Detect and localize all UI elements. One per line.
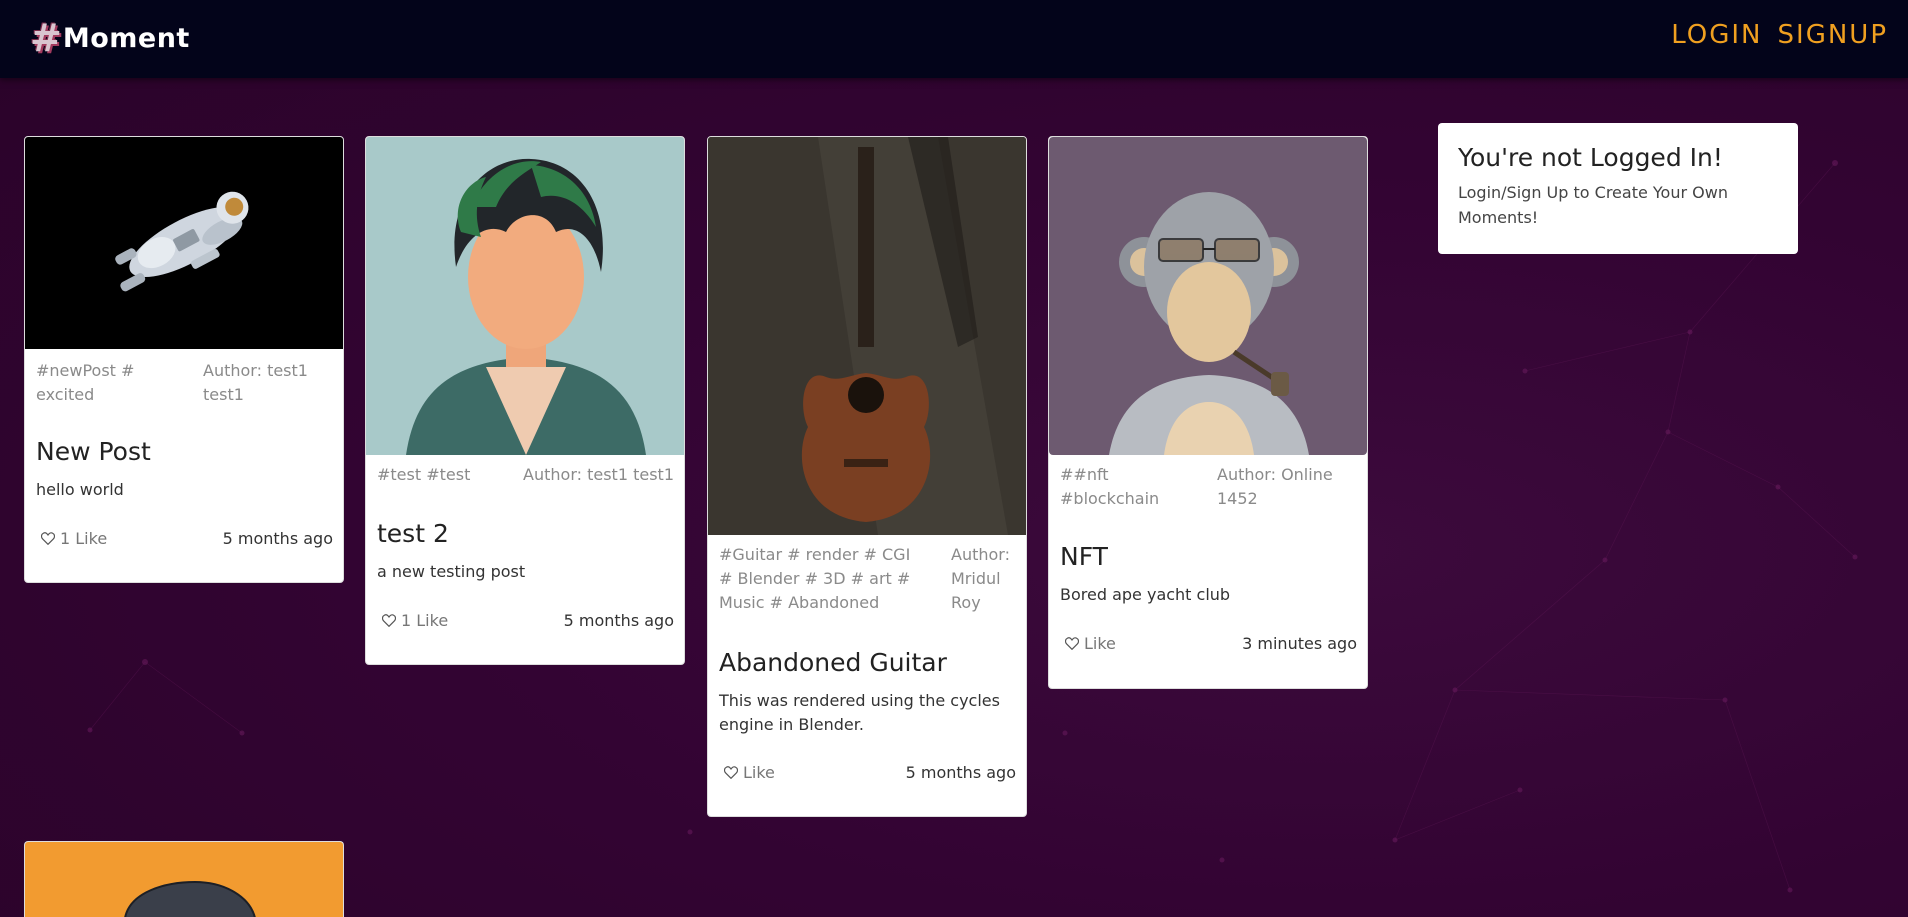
post-meta: #Guitar # render # CGI # Blender # 3D # … [719,543,1016,615]
post-card: #newPost # excited Author: test1 test1 N… [24,136,344,583]
post-author: Author: test1 test1 [203,361,308,404]
post-description: hello world [36,480,124,499]
post-footer: 1 Like 5 months ago [41,529,333,548]
post-footer: Like 5 months ago [724,763,1016,782]
post-footer: Like 3 minutes ago [1065,634,1357,653]
post-title: test 2 [377,519,449,548]
post-time: 5 months ago [222,529,333,548]
post-tags: #Guitar # render # CGI # Blender # 3D # … [719,545,911,612]
post-footer: 1 Like 5 months ago [382,611,674,630]
guitar-image [708,137,1026,535]
heart-outline-icon [41,532,55,545]
brand-logo[interactable]: # Moment [30,18,190,58]
post-image [25,842,343,917]
login-notice: You're not Logged In! Login/Sign Up to C… [1438,123,1798,254]
like-button[interactable]: Like [724,763,775,782]
post-title: Abandoned Guitar [719,648,947,677]
post-time: 5 months ago [905,763,1016,782]
post-card: #test #test Author: test1 test1 test 2 a… [365,136,685,665]
post-author: Author: Mridul Roy [951,545,1010,612]
hat-image [124,880,256,917]
post-card: #Guitar # render # CGI # Blender # 3D # … [707,136,1027,817]
post-description: a new testing post [377,562,526,581]
post-meta: #newPost # excited Author: test1 test1 [36,359,333,407]
like-button[interactable]: 1 Like [382,611,448,630]
post-image [366,137,684,455]
post-tags: #test #test [377,465,471,484]
astronaut-image [115,191,249,292]
login-link[interactable]: LOGIN [1671,20,1762,50]
post-time: 5 months ago [563,611,674,630]
post-image [25,137,343,349]
post-time: 3 minutes ago [1242,634,1357,653]
signup-link[interactable]: SIGNUP [1778,20,1888,50]
post-tags: #newPost # excited [36,361,135,404]
post-meta: ##nft #blockchain Author: Online 1452 [1060,463,1357,511]
brand-name: Moment [62,22,190,54]
post-author: Author: test1 test1 [523,465,674,484]
post-description: This was rendered using the cycles engin… [719,691,1000,734]
post-tags: ##nft #blockchain [1060,465,1160,508]
post-meta: #test #test Author: test1 test1 [377,463,674,487]
like-count: Like [743,763,775,782]
post-image [708,137,1026,535]
post-title: NFT [1060,542,1108,571]
post-card [24,841,344,917]
auth-links: LOGIN SIGNUP [1671,20,1888,50]
post-description: Bored ape yacht club [1060,585,1231,604]
like-count: 1 Like [60,529,108,548]
hash-logo-icon: # [30,16,62,60]
post-author: Author: Online 1452 [1217,465,1333,508]
notice-message: Login/Sign Up to Create Your Own Moments… [1458,183,1728,227]
heart-outline-icon [382,614,396,627]
post-image [1049,137,1367,455]
like-button[interactable]: Like [1065,634,1116,653]
top-navbar: # Moment LOGIN SIGNUP [0,0,1908,78]
notice-title: You're not Logged In! [1458,143,1723,172]
like-count: 1 Like [401,611,449,630]
post-card: ##nft #blockchain Author: Online 1452 NF… [1048,136,1368,689]
heart-outline-icon [1065,637,1079,650]
post-title: New Post [36,437,151,466]
anime-boy-image [406,158,646,455]
like-button[interactable]: 1 Like [41,529,107,548]
ape-image [1109,192,1309,455]
heart-outline-icon [724,766,738,779]
like-count: Like [1084,634,1116,653]
